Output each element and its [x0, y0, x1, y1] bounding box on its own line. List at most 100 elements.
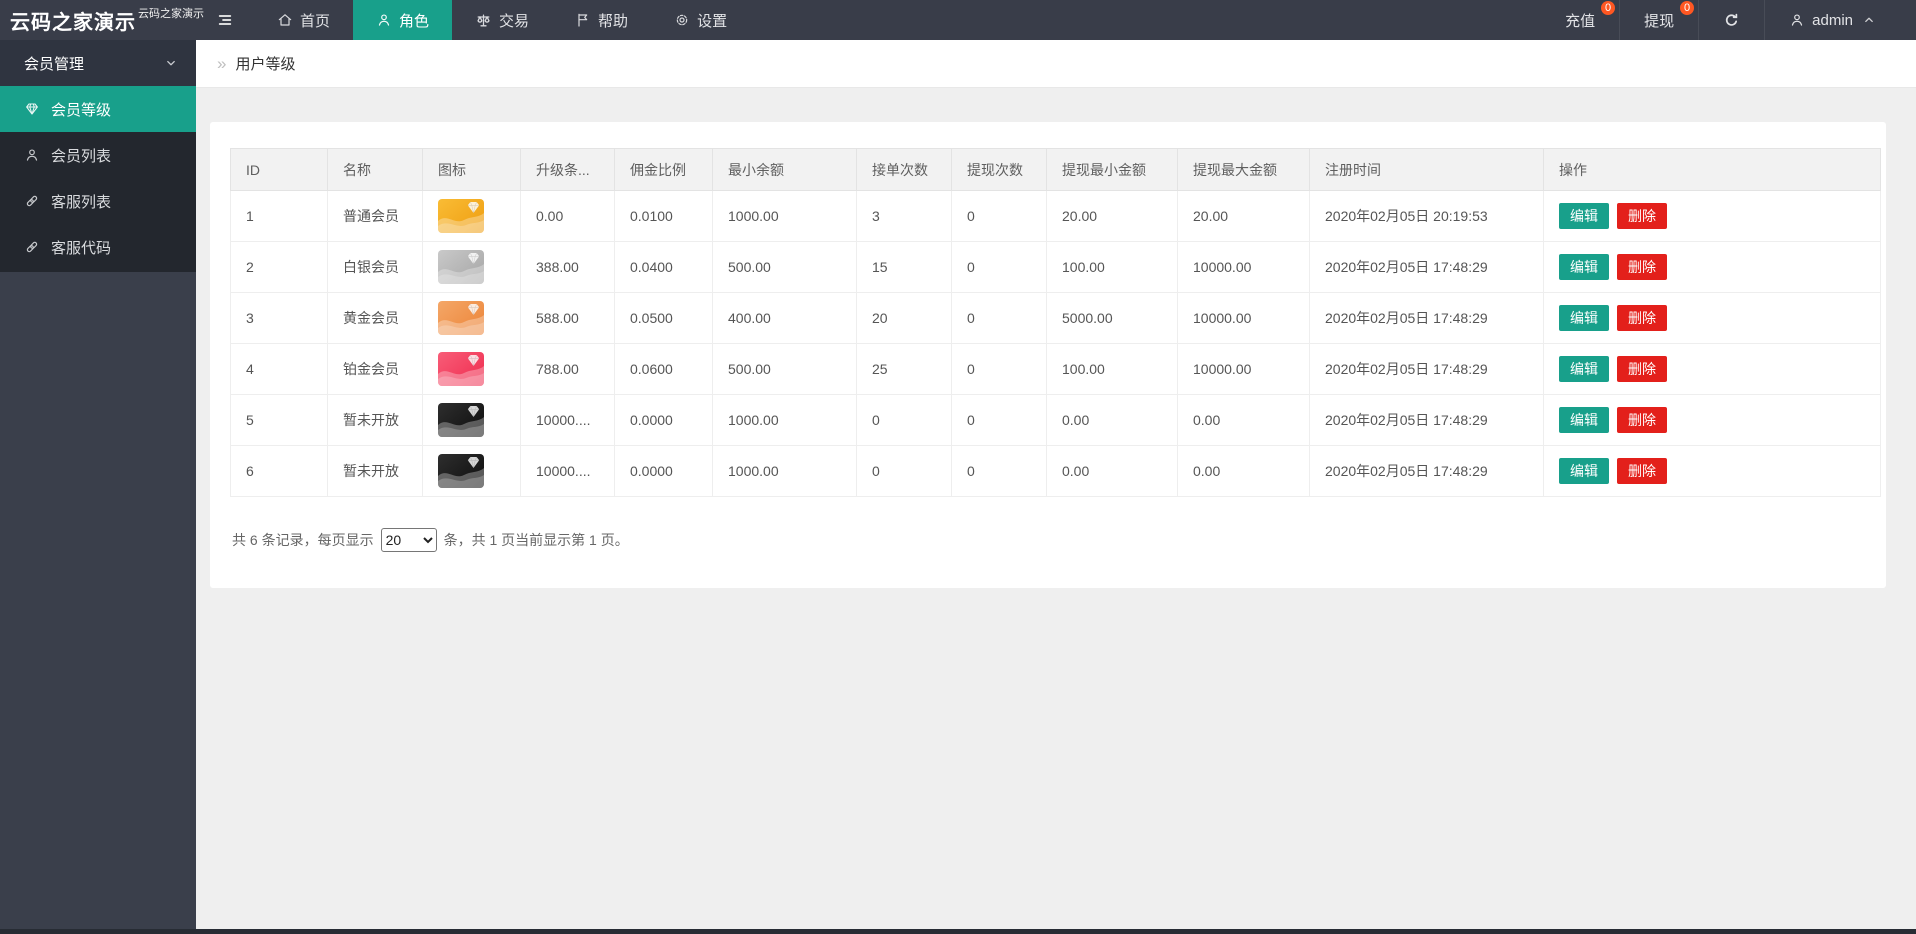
row-min-balance: 400.00	[713, 293, 857, 344]
menu-toggle-icon	[216, 12, 234, 28]
sidebar-item-service-code[interactable]: 客服代码	[0, 224, 196, 270]
sidebar-group-member-management[interactable]: 会员管理	[0, 40, 196, 86]
topbar-right: 充值0提现0 admin	[1541, 0, 1916, 40]
row-reg-time: 2020年02月05日 17:48:29	[1310, 242, 1544, 293]
row-name: 铂金会员	[328, 344, 423, 395]
row-icon-cell	[423, 293, 521, 344]
row-min-balance: 1000.00	[713, 191, 857, 242]
row-withdraw-min: 0.00	[1047, 395, 1178, 446]
row-commission: 0.0000	[615, 395, 713, 446]
sidebar-item-member-list[interactable]: 会员列表	[0, 132, 196, 178]
table-row: 4铂金会员788.000.0600500.00250100.0010000.00…	[231, 344, 1881, 395]
top-nav-item-settings[interactable]: 设置	[651, 0, 750, 40]
delete-button[interactable]: 删除	[1617, 305, 1667, 332]
pagination: 共 6 条记录，每页显示 20 条，共 1 页当前显示第 1 页。	[230, 528, 1866, 552]
delete-button[interactable]: 删除	[1617, 458, 1667, 485]
bottom-edge-bar	[0, 929, 1916, 934]
row-min-balance: 1000.00	[713, 446, 857, 497]
link-icon	[24, 193, 40, 209]
delete-button[interactable]: 删除	[1617, 203, 1667, 230]
edit-button[interactable]: 编辑	[1559, 254, 1609, 281]
row-actions: 编辑删除	[1544, 446, 1881, 497]
topbar-item-label: 提现	[1644, 10, 1674, 31]
row-withdraw-min: 100.00	[1047, 242, 1178, 293]
edit-button[interactable]: 编辑	[1559, 407, 1609, 434]
row-upgrade: 0.00	[521, 191, 615, 242]
top-nav-item-home[interactable]: 首页	[254, 0, 353, 40]
row-reg-time: 2020年02月05日 17:48:29	[1310, 395, 1544, 446]
edit-button[interactable]: 编辑	[1559, 305, 1609, 332]
row-withdraw-count: 0	[952, 191, 1047, 242]
delete-button[interactable]: 删除	[1617, 407, 1667, 434]
user-icon	[1789, 12, 1805, 28]
row-id: 5	[231, 395, 328, 446]
edit-button[interactable]: 编辑	[1559, 356, 1609, 383]
user-icon	[24, 147, 40, 163]
refresh-icon	[1723, 12, 1740, 29]
top-nav-item-label: 交易	[499, 10, 529, 31]
top-nav-item-roles[interactable]: 角色	[353, 0, 452, 40]
row-reg-time: 2020年02月05日 20:19:53	[1310, 191, 1544, 242]
content-card: ID名称图标升级条...佣金比例最小余额接单次数提现次数提现最小金额提现最大金额…	[210, 122, 1886, 588]
sidebar-item-label: 会员等级	[51, 99, 111, 120]
sidebar-item-label: 客服列表	[51, 191, 111, 212]
sidebar-item-member-level[interactable]: 会员等级	[0, 86, 196, 132]
top-nav-item-help[interactable]: 帮助	[552, 0, 651, 40]
topbar-item-refresh[interactable]	[1698, 0, 1764, 40]
row-reg-time: 2020年02月05日 17:48:29	[1310, 446, 1544, 497]
row-upgrade: 10000....	[521, 395, 615, 446]
row-icon-cell	[423, 395, 521, 446]
row-withdraw-max: 10000.00	[1178, 293, 1310, 344]
table-header-row: ID名称图标升级条...佣金比例最小余额接单次数提现次数提现最小金额提现最大金额…	[231, 149, 1881, 191]
delete-button[interactable]: 删除	[1617, 254, 1667, 281]
topbar-item-withdraw[interactable]: 提现0	[1619, 0, 1698, 40]
row-withdraw-count: 0	[952, 446, 1047, 497]
topbar-item-admin[interactable]: admin	[1764, 0, 1900, 40]
topbar-item-label: 充值	[1565, 10, 1595, 31]
row-withdraw-max: 10000.00	[1178, 344, 1310, 395]
column-header: ID	[231, 149, 328, 191]
sidebar-item-service-list[interactable]: 客服列表	[0, 178, 196, 224]
top-nav: 首页 角色 交易 帮助 设置	[254, 0, 750, 40]
top-nav-item-label: 设置	[697, 10, 727, 31]
page-size-select[interactable]: 20	[381, 528, 437, 552]
row-name: 暂未开放	[328, 446, 423, 497]
edit-button[interactable]: 编辑	[1559, 458, 1609, 485]
member-levels-table: ID名称图标升级条...佣金比例最小余额接单次数提现次数提现最小金额提现最大金额…	[230, 148, 1881, 497]
pagination-summary: 共 6 条记录，每页显示	[232, 530, 374, 550]
topbar: 云码之家演示 云码之家演示 首页 角色 交易 帮助 设置 充值0提现0 admin	[0, 0, 1916, 40]
row-order-count: 3	[857, 191, 952, 242]
row-name: 白银会员	[328, 242, 423, 293]
row-name: 黄金会员	[328, 293, 423, 344]
column-header: 佣金比例	[615, 149, 713, 191]
row-id: 1	[231, 191, 328, 242]
row-order-count: 0	[857, 446, 952, 497]
row-upgrade: 588.00	[521, 293, 615, 344]
delete-button[interactable]: 删除	[1617, 356, 1667, 383]
column-header: 操作	[1544, 149, 1881, 191]
main-content: » 用户等级 ID名称图标升级条...佣金比例最小余额接单次数提现次数提现最小金…	[196, 0, 1916, 588]
sidebar: 会员管理 会员等级会员列表客服列表客服代码	[0, 40, 196, 934]
edit-button[interactable]: 编辑	[1559, 203, 1609, 230]
topbar-item-label: admin	[1812, 12, 1853, 29]
pagination-info: 条，共 1 页当前显示第 1 页。	[444, 530, 629, 550]
row-icon-cell	[423, 344, 521, 395]
top-nav-item-trades[interactable]: 交易	[452, 0, 552, 40]
row-withdraw-max: 10000.00	[1178, 242, 1310, 293]
table-row: 5暂未开放10000....0.00001000.00000.000.00202…	[231, 395, 1881, 446]
gem-icon	[24, 101, 40, 117]
sidebar-item-label: 会员列表	[51, 145, 111, 166]
logo-text: 云码之家演示	[10, 6, 136, 35]
top-nav-item-label: 首页	[300, 10, 330, 31]
row-commission: 0.0500	[615, 293, 713, 344]
topbar-item-recharge[interactable]: 充值0	[1541, 0, 1619, 40]
row-id: 4	[231, 344, 328, 395]
column-header: 最小余额	[713, 149, 857, 191]
logo-subtext: 云码之家演示	[138, 5, 204, 21]
flag-icon	[575, 12, 591, 28]
page-title: 用户等级	[235, 53, 295, 74]
column-header: 名称	[328, 149, 423, 191]
row-withdraw-min: 0.00	[1047, 446, 1178, 497]
sidebar-toggle-button[interactable]	[196, 0, 254, 40]
column-header: 升级条...	[521, 149, 615, 191]
